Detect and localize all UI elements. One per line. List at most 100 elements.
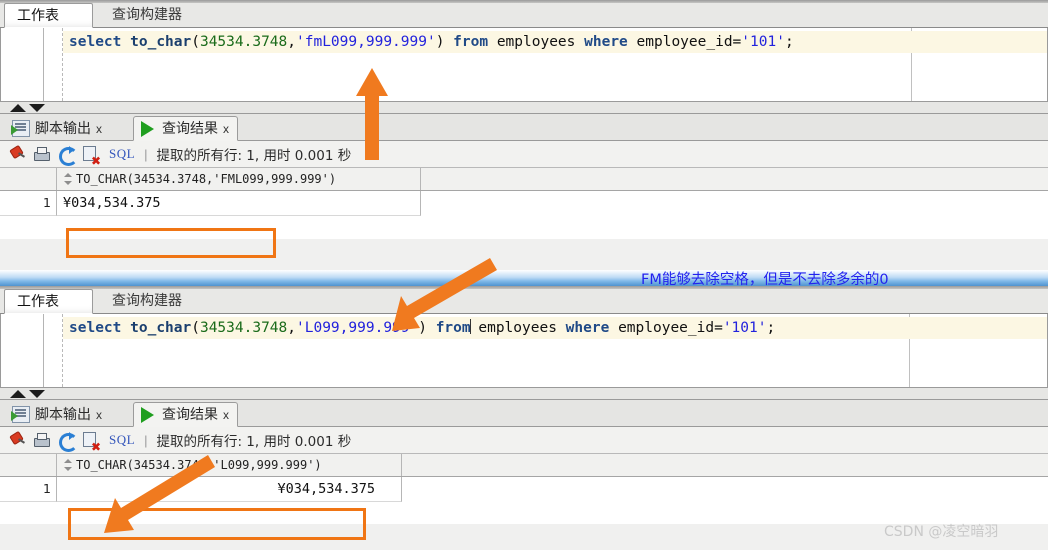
grid-column-header-1[interactable]: TO_CHAR(34534.3748,'FML099,999.999') — [57, 168, 421, 190]
watermark: CSDN @凌空暗羽 — [884, 524, 999, 540]
editor-splitter-2[interactable] — [0, 387, 1048, 400]
table-row[interactable]: 1 ¥034,534.375 — [0, 477, 1048, 502]
grid-corner-1 — [0, 168, 57, 190]
sql-label-2: SQL — [109, 432, 136, 447]
script-output-icon — [11, 406, 30, 423]
pin-icon[interactable] — [8, 146, 25, 163]
result-grid-2[interactable]: TO_CHAR(34534.3748,'L099,999.999') 1 ¥03… — [0, 454, 1048, 524]
splitter-down-arrow-icon-2[interactable] — [29, 390, 45, 398]
tab-query-result-label: 查询结果 — [162, 120, 218, 137]
sql-keyword-where-2: where — [565, 320, 610, 336]
tab-worksheet-label: 工作表 — [17, 8, 59, 24]
print-icon[interactable] — [33, 146, 50, 163]
grid-cell-value-1[interactable]: ¥034,534.375 — [57, 191, 421, 216]
result-grid-1[interactable]: TO_CHAR(34534.3748,'FML099,999.999') 1 ¥… — [0, 168, 1048, 239]
play-icon — [140, 407, 157, 423]
sql-number-2: 34534.3748 — [199, 320, 288, 336]
tab-script-output-label: 脚本输出 — [35, 120, 91, 137]
tab-query-builder-2[interactable]: 查询构建器 — [100, 289, 194, 314]
sql-open-paren-2: ( — [191, 320, 200, 336]
sql-comma-1: , — [287, 34, 297, 50]
tab-script-output-close-icon[interactable]: x — [96, 117, 102, 141]
sql-label-1: SQL — [109, 146, 136, 161]
grid-row-number-1: 1 — [0, 191, 57, 216]
splitter-up-arrow-icon-2[interactable] — [10, 390, 26, 398]
screenshot-root: 工作表 查询构建器 select to_char(34534.3748,'fmL… — [0, 0, 1048, 550]
tab-script-output-1[interactable]: 脚本输出 x — [6, 116, 110, 141]
print-icon[interactable] — [33, 432, 50, 449]
sql-open-paren-1: ( — [191, 34, 200, 50]
result-grid-header-1: TO_CHAR(34534.3748,'FML099,999.999') — [0, 168, 1048, 191]
tab-query-builder-label-2: 查询构建器 — [112, 293, 182, 309]
sql-value-2: '101' — [722, 320, 767, 336]
sql-terminator-1: ; — [784, 34, 794, 50]
fetch-status-2: 提取的所有行: 1, 用时 0.001 秒 — [156, 434, 352, 450]
tab-query-builder-label: 查询构建器 — [112, 7, 182, 23]
grid-column-header-label-1: TO_CHAR(34534.3748,'FML099,999.999') — [76, 172, 337, 186]
grid-empty-area-1 — [0, 216, 1048, 238]
play-icon — [140, 121, 157, 137]
sql-keyword-where-1: where — [584, 34, 628, 50]
panel-separator-band — [0, 270, 1048, 286]
table-row[interactable]: 1 ¥034,534.375 — [0, 191, 1048, 216]
editor-gutter-2 — [1, 314, 44, 387]
pin-icon[interactable] — [8, 432, 25, 449]
worksheet-tabstrip-1: 工作表 查询构建器 — [0, 0, 1048, 28]
grid-column-header-label-2: TO_CHAR(34534.3748,'L099,999.999') — [76, 458, 322, 472]
tab-query-result-2[interactable]: 查询结果 x — [133, 402, 238, 427]
result-toolbar-1: SQL | 提取的所有行: 1, 用时 0.001 秒 — [0, 141, 1048, 168]
tab-script-output-close-icon-2[interactable]: x — [96, 403, 102, 427]
editor-splitter-1[interactable] — [0, 101, 1048, 114]
sql-comma-2: , — [287, 320, 297, 336]
tab-script-output-2[interactable]: 脚本输出 x — [6, 402, 110, 427]
clear-icon[interactable] — [83, 145, 101, 167]
annotation-text: FM能够去除空格，但是不去除多余的0 — [641, 272, 889, 288]
clear-icon[interactable] — [83, 431, 101, 453]
sql-function-1: to_char — [130, 34, 192, 50]
sql-number-1: 34534.3748 — [199, 34, 288, 50]
splitter-down-arrow-icon-1[interactable] — [29, 104, 45, 112]
refresh-icon[interactable] — [58, 145, 78, 166]
result-tabstrip-2: 脚本输出 x 查询结果 x — [0, 400, 1048, 427]
result-tabstrip-1: 脚本输出 x 查询结果 x — [0, 114, 1048, 141]
sql-table-2: employees — [478, 320, 557, 336]
sql-keyword-from-2: from — [435, 320, 471, 336]
sort-indicator-icon[interactable] — [63, 172, 72, 186]
script-output-icon — [11, 120, 30, 137]
tab-worksheet-label-2: 工作表 — [17, 294, 59, 310]
grid-empty-area-2 — [0, 502, 1048, 523]
sql-close-paren-2: ) — [418, 320, 427, 336]
grid-column-header-2[interactable]: TO_CHAR(34534.3748,'L099,999.999') — [57, 454, 402, 476]
sql-value-1: '101' — [741, 34, 785, 50]
grid-cell-value-2[interactable]: ¥034,534.375 — [57, 477, 402, 502]
fetch-status-1: 提取的所有行: 1, 用时 0.001 秒 — [156, 148, 352, 164]
result-grid-header-2: TO_CHAR(34534.3748,'L099,999.999') — [0, 454, 1048, 477]
toolbar-separator-1: | — [144, 146, 148, 162]
sql-column-1: employee_id= — [636, 34, 742, 50]
tab-worksheet-2[interactable]: 工作表 — [4, 289, 93, 314]
sql-format-string-1: 'fmL099,999.999' — [296, 34, 436, 50]
tab-query-result-close-icon-2[interactable]: x — [223, 403, 229, 427]
tab-script-output-label-2: 脚本输出 — [35, 406, 91, 423]
sql-code-line-1: select to_char(34534.3748,'fmL099,999.99… — [69, 31, 794, 53]
worksheet-tabstrip-2: 工作表 查询构建器 — [0, 286, 1048, 314]
editor-bookmark-column-1 — [44, 28, 61, 101]
sql-function-2: to_char — [130, 320, 192, 336]
sql-panel-2: 工作表 查询构建器 select to_char(34534.3748,'L09… — [0, 286, 1048, 550]
sql-keyword-from-1: from — [453, 34, 489, 50]
sql-keyword-select-2: select — [69, 320, 122, 336]
sql-keyword-select-1: select — [69, 34, 122, 50]
tab-query-result-close-icon[interactable]: x — [223, 117, 229, 141]
tab-worksheet-1[interactable]: 工作表 — [4, 3, 93, 28]
splitter-up-arrow-icon-1[interactable] — [10, 104, 26, 112]
tab-query-result-1[interactable]: 查询结果 x — [133, 116, 238, 141]
sort-indicator-icon[interactable] — [63, 458, 72, 472]
sql-editor-2[interactable]: select to_char(34534.3748,'L099,999.999'… — [0, 314, 1048, 387]
sql-column-2: employee_id= — [618, 320, 723, 336]
tab-query-result-label-2: 查询结果 — [162, 406, 218, 423]
grid-corner-2 — [0, 454, 57, 476]
sql-editor-1[interactable]: select to_char(34534.3748,'fmL099,999.99… — [0, 28, 1048, 101]
refresh-icon[interactable] — [58, 431, 78, 452]
tab-query-builder-1[interactable]: 查询构建器 — [100, 3, 194, 28]
grid-row-number-2: 1 — [0, 477, 57, 502]
